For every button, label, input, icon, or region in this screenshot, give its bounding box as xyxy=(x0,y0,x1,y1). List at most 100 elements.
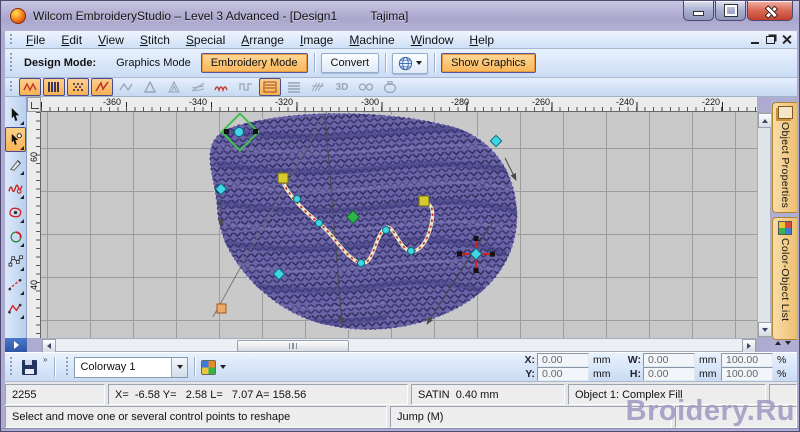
run-stitch-icon[interactable] xyxy=(19,78,41,96)
fancy-fill-b-icon-disabled[interactable] xyxy=(163,78,185,96)
scroll-right-button[interactable] xyxy=(742,339,756,353)
graphics-mode-button[interactable]: Graphics Mode xyxy=(106,53,201,73)
left-arrow-icon xyxy=(47,343,51,349)
w-input[interactable]: 0.00 xyxy=(643,353,695,367)
color-object-list-tab[interactable]: Color-Object List xyxy=(772,217,797,340)
menu-edit[interactable]: Edit xyxy=(53,32,90,48)
vertical-scrollbar[interactable] xyxy=(757,112,772,338)
crosshatch-icon-disabled[interactable] xyxy=(307,78,329,96)
tool-palette-grip[interactable] xyxy=(5,338,27,352)
minimize-button[interactable] xyxy=(683,1,714,21)
scroll-left-button[interactable] xyxy=(42,339,56,353)
restore-button[interactable] xyxy=(715,1,746,21)
object-properties-tab[interactable]: Object Properties xyxy=(772,102,797,213)
y-input[interactable]: 0.00 xyxy=(537,367,589,381)
hoop-globe-button[interactable] xyxy=(392,52,429,74)
menu-image[interactable]: Image xyxy=(292,32,341,48)
ruler-label: -360 xyxy=(103,97,122,107)
horizontal-scrollbar[interactable] xyxy=(41,338,757,353)
fancy-fill-a-icon-disabled[interactable] xyxy=(139,78,161,96)
overflow-chevron-icon[interactable]: » xyxy=(43,353,48,364)
mdi-window-controls xyxy=(751,35,791,44)
reshape-tool-selected[interactable] xyxy=(5,127,26,152)
w-unit: mm xyxy=(699,354,717,366)
separator xyxy=(194,357,196,377)
threed-effect-icon-disabled[interactable]: 3D xyxy=(331,78,353,96)
menu-arrange[interactable]: Arrange xyxy=(233,32,292,48)
scale-w-input[interactable]: 100.00 xyxy=(721,353,773,367)
dropdown-caret-icon xyxy=(220,365,227,369)
title-bar[interactable]: Wilcom EmbroideryStudio – Level 3 Advanc… xyxy=(1,1,799,31)
menu-view[interactable]: View xyxy=(90,32,132,48)
select-tool[interactable] xyxy=(6,103,25,126)
tool-palette xyxy=(5,97,27,338)
toolbar-grip[interactable] xyxy=(65,357,71,377)
horizontal-ruler: -360 -340 -320 -300 -280 -260 -240 -220 xyxy=(41,97,757,112)
knife-icon xyxy=(9,159,21,171)
stitch-view-glasses-icon-disabled[interactable] xyxy=(355,78,377,96)
object-properties-label: Object Properties xyxy=(779,122,791,209)
dock-scroll-arrows[interactable] xyxy=(775,341,791,345)
vertical-ruler: 60 40 xyxy=(27,112,41,338)
toolbar-grip[interactable] xyxy=(9,357,14,377)
mdi-minimize-icon[interactable] xyxy=(751,42,759,44)
closed-shape-tool[interactable] xyxy=(6,201,25,224)
mdi-close-icon[interactable] xyxy=(782,35,791,44)
x-unit: mm xyxy=(593,354,611,366)
fill-hole-tool[interactable] xyxy=(6,225,25,248)
colorway-select[interactable]: Colorway 1 xyxy=(74,356,189,378)
dropdown-caret-icon xyxy=(176,365,183,369)
design-canvas[interactable] xyxy=(41,112,757,338)
separator xyxy=(434,53,436,73)
save-colorway-icon[interactable] xyxy=(22,359,37,375)
feather-edge-icon-disabled[interactable] xyxy=(187,78,209,96)
e-stitch-icon-disabled[interactable] xyxy=(115,78,137,96)
ruler-origin-box[interactable] xyxy=(27,97,41,112)
color-object-list-label: Color-Object List xyxy=(779,238,791,322)
design-mode-label: Design Mode: xyxy=(24,57,97,69)
manual-stitch-tool[interactable] xyxy=(6,297,25,320)
embroidery-design xyxy=(208,112,519,331)
x-input[interactable]: 0.00 xyxy=(537,353,589,367)
penetration-run-tool[interactable] xyxy=(6,273,25,296)
menu-stitch[interactable]: Stitch xyxy=(132,32,178,48)
menu-file[interactable]: File xyxy=(18,32,53,48)
ruler-label: -240 xyxy=(616,97,635,107)
motif-fill-icon[interactable] xyxy=(259,78,281,96)
palette-button[interactable] xyxy=(201,359,227,375)
scroll-down-button[interactable] xyxy=(758,322,772,337)
toolbar-grip[interactable] xyxy=(9,33,14,46)
menu-machine[interactable]: Machine xyxy=(341,32,402,48)
zigzag-stitch-icon[interactable] xyxy=(91,78,113,96)
manual-stitch-icon xyxy=(8,303,22,314)
ruler-label: -300 xyxy=(361,97,380,107)
freehand-draw-tool[interactable] xyxy=(6,177,25,200)
h-unit: mm xyxy=(699,368,717,380)
close-button[interactable] xyxy=(747,1,793,21)
scrollbar-thumb[interactable] xyxy=(237,340,349,352)
tatami-fill-icon[interactable] xyxy=(67,78,89,96)
embroidery-mode-button[interactable]: Embroidery Mode xyxy=(200,53,308,73)
colorway-dropdown-button[interactable] xyxy=(171,357,188,377)
h-input[interactable]: 0.00 xyxy=(643,367,695,381)
convert-button[interactable]: Convert xyxy=(320,53,380,73)
hoop-icon-disabled[interactable] xyxy=(379,78,401,96)
node-edit-tool[interactable] xyxy=(6,249,25,272)
colorway-value: Colorway 1 xyxy=(80,361,136,373)
scale-h-input[interactable]: 100.00 xyxy=(721,367,773,381)
menu-help[interactable]: Help xyxy=(461,32,502,48)
knife-tool[interactable] xyxy=(6,153,25,176)
show-graphics-button[interactable]: Show Graphics xyxy=(441,53,536,73)
toolbar-grip[interactable] xyxy=(9,80,14,94)
wave-effect-icon[interactable] xyxy=(211,78,233,96)
menu-special[interactable]: Special xyxy=(178,32,233,48)
mdi-restore-icon[interactable] xyxy=(766,35,775,44)
toolbar-grip[interactable] xyxy=(9,53,14,73)
satin-stitch-icon[interactable] xyxy=(43,78,65,96)
scale-h-unit: % xyxy=(777,368,787,380)
contour-lines-icon[interactable] xyxy=(283,78,305,96)
square-wave-icon-disabled[interactable] xyxy=(235,78,257,96)
scroll-up-button[interactable] xyxy=(758,113,772,128)
menu-window[interactable]: Window xyxy=(403,32,462,48)
stitch-count: 2255 xyxy=(5,384,105,405)
